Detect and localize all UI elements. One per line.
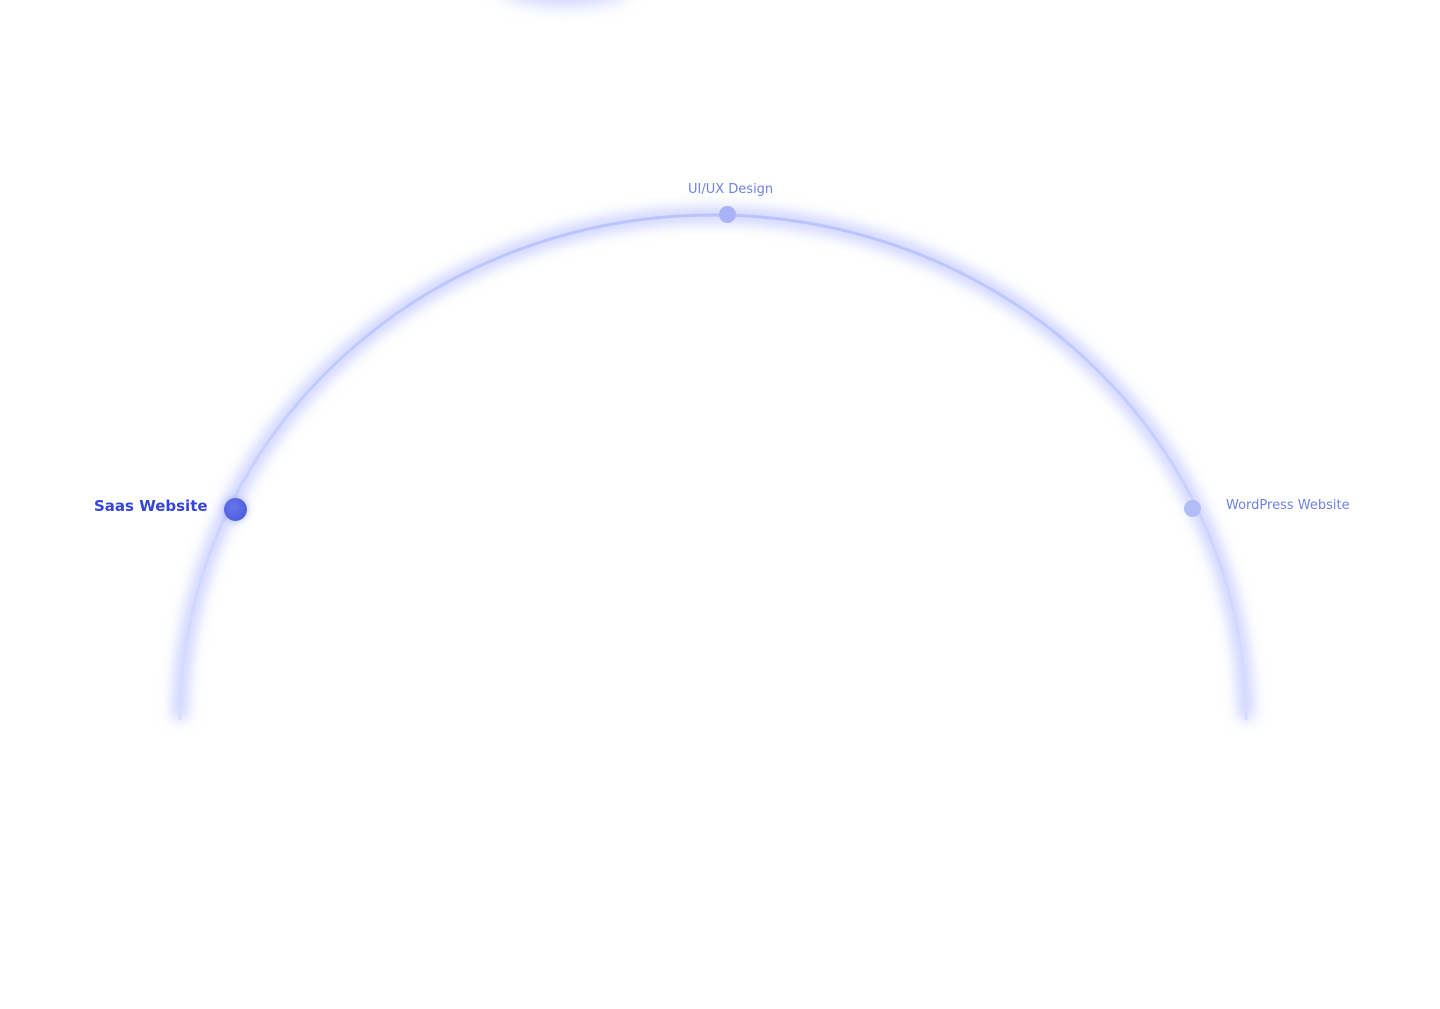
service-node-wordpress-website[interactable] (1184, 500, 1201, 517)
arc-line (178, 213, 1248, 721)
service-label-saas-website[interactable]: Saas Website (94, 499, 208, 514)
service-node-saas-website[interactable] (224, 498, 247, 521)
service-node-ui-ux-design[interactable] (719, 206, 736, 223)
arc-glow (173, 208, 1253, 721)
service-arc-stage: UI/UX Design Saas Website WordPress Webs… (0, 0, 1440, 1009)
service-label-wordpress-website[interactable]: WordPress Website (1226, 499, 1350, 512)
service-label-ui-ux-design[interactable]: UI/UX Design (688, 183, 773, 196)
service-arc (173, 208, 1253, 721)
